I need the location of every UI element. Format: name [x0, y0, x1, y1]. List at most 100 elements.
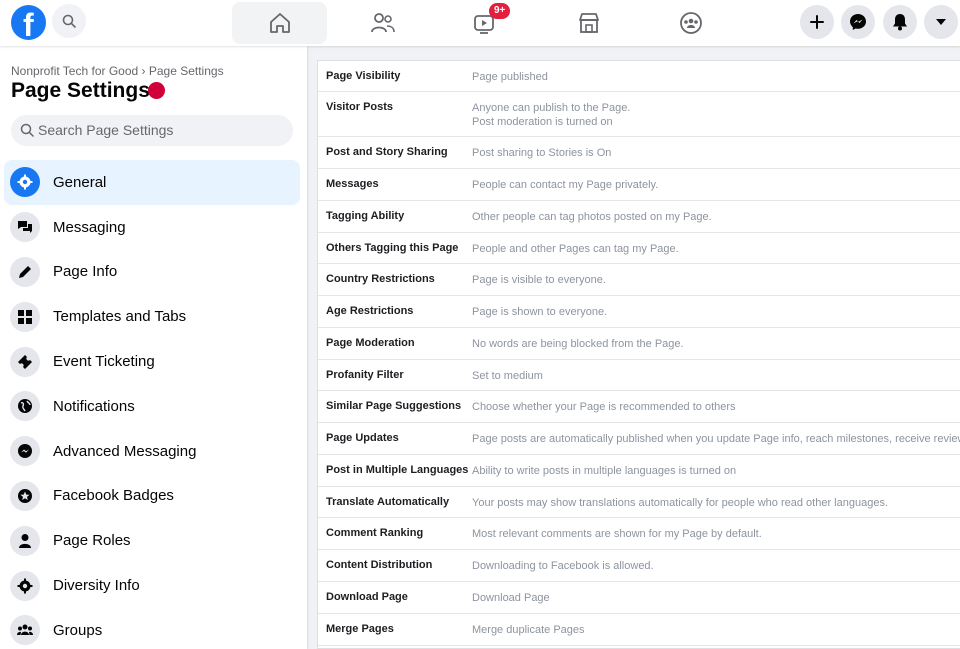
friends-icon: [370, 13, 395, 33]
marketplace-icon: [578, 13, 599, 33]
page-title: Page Settings: [11, 79, 150, 102]
tab-marketplace[interactable]: [541, 2, 636, 44]
person-icon: [10, 525, 40, 556]
settings-row-translate-automatically[interactable]: Translate Automatically Your posts may s…: [318, 487, 960, 518]
settings-row-content-distribution[interactable]: Content Distribution Downloading to Face…: [318, 550, 960, 582]
setting-value: Other people can tag photos posted on my…: [472, 211, 712, 223]
plus-icon: [810, 15, 824, 29]
sidebar-item-label: Templates and Tabs: [53, 308, 187, 326]
settings-nav-list: General Messaging Page Info Templates an…: [4, 160, 300, 649]
settings-row-profanity-filter[interactable]: Profanity Filter Set to medium: [318, 360, 960, 391]
setting-label: Download Page: [326, 591, 408, 603]
setting-label: Visitor Posts: [326, 101, 394, 113]
setting-label: Merge Pages: [326, 623, 394, 635]
setting-value: Page posts are automatically published w…: [472, 433, 960, 445]
settings-search-input[interactable]: Search Page Settings: [11, 115, 293, 146]
settings-row-age-restrictions[interactable]: Age Restrictions Page is shown to everyo…: [318, 296, 960, 328]
settings-row-comment-ranking[interactable]: Comment Ranking Most relevant comments a…: [318, 518, 960, 550]
tab-watch[interactable]: 9+: [437, 2, 532, 44]
settings-row-tagging-ability[interactable]: Tagging Ability Other people can tag pho…: [318, 201, 960, 233]
settings-row-download-page[interactable]: Download Page Download Page: [318, 582, 960, 614]
pencil-icon: [10, 256, 40, 287]
messenger-icon: [10, 436, 40, 467]
settings-row-similar-page-suggestions[interactable]: Similar Page Suggestions Choose whether …: [318, 391, 960, 423]
tab-groups[interactable]: [643, 2, 738, 44]
settings-row-others-tagging[interactable]: Others Tagging this Page People and othe…: [318, 233, 960, 264]
settings-row-country-restrictions[interactable]: Country Restrictions Page is visible to …: [318, 264, 960, 296]
sidebar-item-diversity-info[interactable]: Diversity Info: [4, 563, 300, 608]
sidebar-item-label: Notifications: [53, 397, 135, 415]
setting-value: Most relevant comments are shown for my …: [472, 528, 762, 540]
setting-label: Post in Multiple Languages: [326, 464, 469, 476]
account-menu-button[interactable]: [924, 5, 958, 39]
tab-friends[interactable]: [335, 2, 430, 44]
sidebar-item-messaging[interactable]: Messaging: [4, 205, 300, 250]
setting-value: Set to medium: [472, 370, 543, 382]
setting-label: Similar Page Suggestions: [326, 400, 462, 412]
settings-row-post-multiple-languages[interactable]: Post in Multiple Languages Ability to wr…: [318, 455, 960, 487]
setting-value-line-2: Post moderation is turned on: [472, 116, 613, 128]
setting-label: Age Restrictions: [326, 305, 414, 317]
sidebar-item-label: Messaging: [53, 218, 126, 236]
setting-label: Translate Automatically: [326, 496, 450, 508]
setting-label: Page Moderation: [326, 337, 415, 349]
settings-row-post-and-story-sharing[interactable]: Post and Story Sharing Post sharing to S…: [318, 137, 960, 169]
sidebar-item-general[interactable]: General: [4, 160, 300, 205]
sidebar-item-label: Event Ticketing: [53, 353, 155, 371]
setting-value: Post sharing to Stories is On: [472, 147, 612, 159]
setting-value: Merge duplicate Pages: [472, 624, 585, 636]
sidebar-item-advanced-messaging[interactable]: Advanced Messaging: [4, 429, 300, 474]
chat-bubbles-icon: [10, 212, 40, 243]
grid-icon: [10, 301, 40, 332]
sidebar-item-page-roles[interactable]: Page Roles: [4, 518, 300, 563]
sidebar-item-label: Page Roles: [53, 532, 131, 550]
globe-icon: [10, 391, 40, 422]
gear-icon: [10, 570, 40, 601]
setting-value: Your posts may show translations automat…: [472, 497, 889, 509]
sidebar-item-groups[interactable]: Groups: [4, 608, 300, 649]
sidebar-item-event-ticketing[interactable]: Event Ticketing: [4, 339, 300, 384]
sidebar-item-label: Facebook Badges: [53, 487, 174, 505]
setting-value: Page is visible to everyone.: [472, 274, 606, 286]
settings-row-merge-pages[interactable]: Merge Pages Merge duplicate Pages: [318, 614, 960, 646]
setting-value: Downloading to Facebook is allowed.: [472, 560, 654, 572]
settings-sidebar: Nonprofit Tech for Good › Page Settings …: [0, 46, 307, 649]
sidebar-item-templates-and-tabs[interactable]: Templates and Tabs: [4, 294, 300, 339]
caret-down-icon: [936, 19, 946, 25]
setting-value: Ability to write posts in multiple langu…: [472, 465, 737, 477]
gear-icon: [10, 167, 40, 198]
group-icon: [10, 615, 40, 646]
setting-label: Country Restrictions: [326, 273, 435, 285]
settings-row-page-visibility[interactable]: Page Visibility Page published: [318, 61, 960, 92]
tab-home[interactable]: [232, 2, 327, 44]
sidebar-item-page-info[interactable]: Page Info: [4, 250, 300, 295]
messenger-button[interactable]: [841, 5, 875, 39]
search-button[interactable]: [52, 4, 86, 38]
settings-row-page-updates[interactable]: Page Updates Page posts are automaticall…: [318, 423, 960, 455]
create-button[interactable]: [800, 5, 834, 39]
setting-value: Choose whether your Page is recommended …: [472, 401, 736, 413]
setting-label: Page Updates: [326, 432, 399, 444]
settings-row-messages[interactable]: Messages People can contact my Page priv…: [318, 169, 960, 201]
setting-value: People can contact my Page privately.: [472, 179, 659, 191]
search-icon: [62, 14, 76, 28]
sidebar-item-label: Groups: [53, 621, 103, 639]
facebook-logo-icon[interactable]: f: [11, 5, 46, 43]
bell-icon: [893, 14, 907, 31]
messenger-icon: [850, 14, 866, 30]
setting-label: Content Distribution: [326, 559, 433, 571]
settings-row-visitor-posts[interactable]: Visitor Posts Anyone can publish to the …: [318, 92, 960, 137]
setting-label: Tagging Ability: [326, 210, 405, 222]
setting-label: Page Visibility: [326, 70, 401, 82]
star-badge-icon: [10, 480, 40, 511]
setting-label: Messages: [326, 178, 379, 190]
home-icon: [269, 13, 290, 33]
sidebar-item-facebook-badges[interactable]: Facebook Badges: [4, 474, 300, 519]
setting-label: Others Tagging this Page: [326, 242, 459, 254]
breadcrumb[interactable]: Nonprofit Tech for Good › Page Settings: [11, 64, 224, 78]
sidebar-item-notifications[interactable]: Notifications: [4, 384, 300, 429]
notifications-button[interactable]: [883, 5, 917, 39]
search-placeholder: Search Page Settings: [38, 122, 174, 138]
settings-row-page-moderation[interactable]: Page Moderation No words are being block…: [318, 328, 960, 360]
sidebar-item-label: Advanced Messaging: [53, 442, 197, 460]
